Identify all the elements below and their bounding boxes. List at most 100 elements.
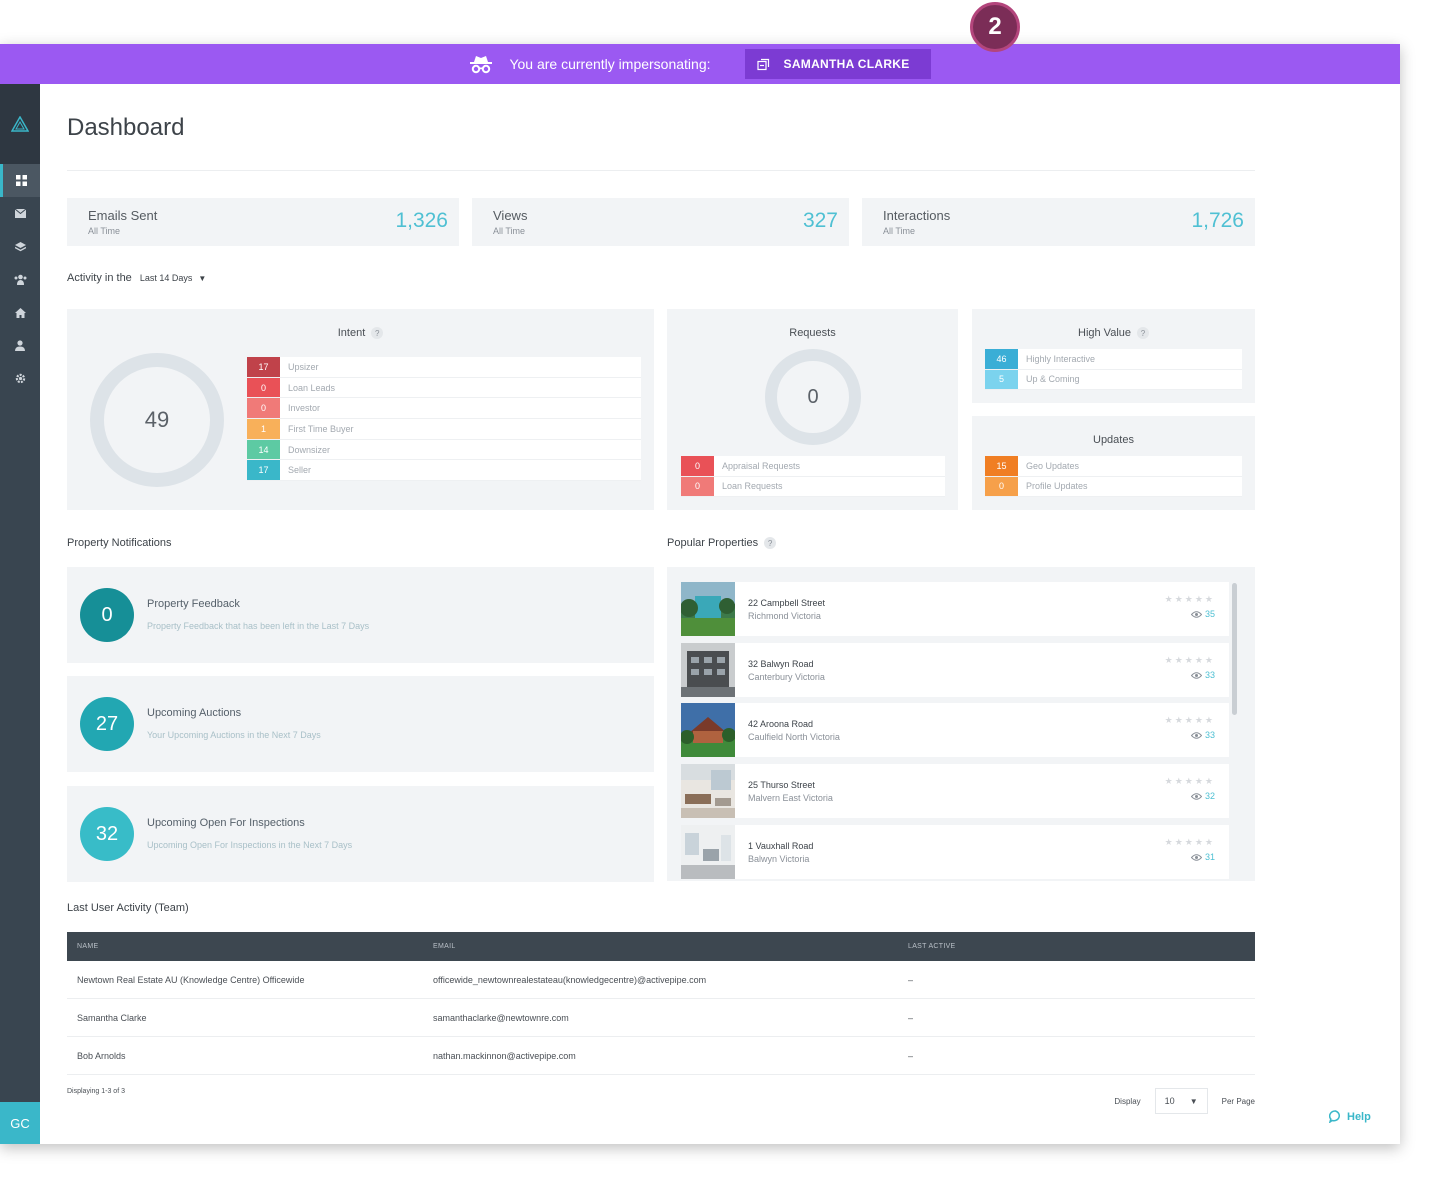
list-item[interactable]: 46 Highly Interactive <box>985 349 1242 370</box>
cell-last-active: – <box>908 1051 914 1061</box>
stat-sublabel: All Time <box>883 226 916 236</box>
list-item-count: 0 <box>681 476 714 496</box>
incognito-icon <box>469 54 493 74</box>
sidebar-item-campaigns[interactable] <box>0 230 40 263</box>
impersonated-user-name: SAMANTHA CLARKE <box>783 57 910 71</box>
table-row[interactable]: Samantha Clarke samanthaclarke@newtownre… <box>67 999 1255 1037</box>
table-row[interactable]: Newtown Real Estate AU (Knowledge Centre… <box>67 961 1255 999</box>
updates-card: Updates 15 Geo Updates 0 Profile Updates <box>972 416 1255 510</box>
updates-list: 15 Geo Updates 0 Profile Updates <box>985 456 1242 497</box>
list-item[interactable]: 17 Upsizer <box>247 357 641 378</box>
notification-upcoming-auctions[interactable]: 27 Upcoming Auctions Your Upcoming Aucti… <box>67 676 654 772</box>
requests-card: Requests 0 0 Appraisal Requests 0 Loan Requ… <box>667 309 958 510</box>
title-divider <box>67 170 1255 171</box>
notification-subtitle: Your Upcoming Auctions in the Next 7 Day… <box>147 730 321 740</box>
property-row[interactable]: 1 Vauxhall Road Balwyn Victoria ★★★★★ 31 <box>681 825 1229 879</box>
list-item-count: 46 <box>985 349 1018 369</box>
list-item-label: Appraisal Requests <box>722 460 801 471</box>
property-views: 31 <box>1190 852 1215 862</box>
list-item[interactable]: 0 Loan Leads <box>247 377 641 399</box>
property-row[interactable]: 22 Campbell Street Richmond Victoria ★★★… <box>681 582 1229 636</box>
list-item[interactable]: 1 First Time Buyer <box>247 419 641 440</box>
list-item[interactable]: 17 Seller <box>247 460 641 482</box>
property-suburb: Richmond Victoria <box>748 611 821 621</box>
property-views: 32 <box>1190 791 1215 801</box>
sidebar-item-contacts[interactable] <box>0 263 40 296</box>
requests-total: 0 <box>807 385 819 408</box>
stat-value: 327 <box>802 209 838 232</box>
property-row[interactable]: 32 Balwyn Road Canterbury Victoria ★★★★★… <box>681 643 1229 697</box>
intent-total-ring: 49 <box>90 353 224 487</box>
notification-title: Upcoming Open For Inspections <box>147 817 305 829</box>
activity-range-dropdown[interactable]: Last 14 Days ▼ <box>140 273 206 283</box>
list-item[interactable]: 0 Appraisal Requests <box>681 456 945 477</box>
user-activity-title: Last User Activity (Team) <box>67 902 189 914</box>
sidebar-item-properties[interactable] <box>0 296 40 329</box>
step-number-badge: 2 <box>970 2 1020 52</box>
help-button[interactable]: Help <box>1329 1110 1371 1123</box>
display-label: Display <box>1114 1096 1141 1106</box>
list-item-label: First Time Buyer <box>288 423 354 434</box>
list-item-label: Seller <box>288 465 312 476</box>
per-page-select[interactable]: 10 ▼ <box>1154 1088 1208 1114</box>
property-address: 25 Thurso Street <box>748 780 815 790</box>
property-row[interactable]: 25 Thurso Street Malvern East Victoria ★… <box>681 764 1229 818</box>
list-item-count: 0 <box>985 476 1018 496</box>
notification-open-inspections[interactable]: 32 Upcoming Open For Inspections Upcomin… <box>67 786 654 882</box>
sidebar-item-emails[interactable] <box>0 197 40 230</box>
cell-last-active: – <box>908 1013 914 1023</box>
property-suburb: Malvern East Victoria <box>748 793 833 803</box>
activity-label: Activity in the <box>67 272 132 284</box>
list-item-label: Profile Updates <box>1026 481 1088 492</box>
cell-email: samanthaclarke@newtownre.com <box>433 1013 569 1023</box>
property-thumbnail <box>681 825 735 879</box>
column-header-last-active[interactable]: LAST ACTIVE <box>908 943 956 950</box>
stat-sublabel: All Time <box>88 226 121 236</box>
stat-views: Views All Time 327 <box>472 198 849 246</box>
column-header-name[interactable]: NAME <box>77 943 98 950</box>
property-view-count: 33 <box>1204 730 1215 740</box>
list-item-label: Upsizer <box>288 361 319 372</box>
help-icon[interactable]: ? <box>371 327 384 340</box>
list-item-count: 0 <box>681 456 714 476</box>
sidebar-item-settings[interactable] <box>0 362 40 395</box>
list-item[interactable]: 14 Downsizer <box>247 439 641 461</box>
sidebar-item-profile[interactable] <box>0 329 40 362</box>
popular-properties-title-text: Popular Properties <box>667 537 759 549</box>
property-views: 33 <box>1190 730 1215 740</box>
property-views: 35 <box>1190 609 1215 619</box>
logo[interactable] <box>0 84 40 164</box>
list-item[interactable]: 0 Profile Updates <box>985 476 1242 497</box>
stat-sublabel: All Time <box>493 226 526 236</box>
property-row[interactable]: 42 Aroona Road Caulfield North Victoria … <box>681 703 1229 757</box>
list-item[interactable]: 0 Investor <box>247 398 641 420</box>
caret-down-icon: ▼ <box>1189 1096 1198 1106</box>
table-row[interactable]: Bob Arnolds nathan.mackinnon@activepipe.… <box>67 1037 1255 1075</box>
list-item[interactable]: 15 Geo Updates <box>985 456 1242 477</box>
eye-icon <box>1190 853 1202 861</box>
stat-label: Views <box>493 208 528 223</box>
property-rating-stars: ★★★★★ <box>1164 837 1215 847</box>
property-rating-stars: ★★★★★ <box>1164 594 1215 604</box>
list-item[interactable]: 5 Up & Coming <box>985 369 1242 390</box>
impersonated-user-button[interactable]: SAMANTHA CLARKE <box>744 49 931 79</box>
page-title: Dashboard <box>67 114 185 141</box>
help-icon[interactable]: ? <box>764 537 777 550</box>
popular-properties-scrollbar[interactable] <box>1232 583 1237 715</box>
notification-count: 32 <box>80 807 134 861</box>
intent-list: 17 Upsizer 0 Loan Leads 0 Investor 1 First Time… <box>247 357 641 482</box>
notification-property-feedback[interactable]: 0 Property Feedback Property Feedback th… <box>67 567 654 663</box>
column-header-email[interactable]: EMAIL <box>433 943 456 950</box>
cell-name: Bob Arnolds <box>77 1051 126 1061</box>
home-icon <box>14 307 26 318</box>
help-icon[interactable]: ? <box>1137 327 1149 340</box>
notification-subtitle: Upcoming Open For Inspections in the Nex… <box>147 840 353 850</box>
property-suburb: Caulfield North Victoria <box>748 732 840 742</box>
list-item-count: 5 <box>985 369 1018 389</box>
high-value-card: High Value? 46 Highly Interactive 5 Up & Co… <box>972 309 1255 403</box>
sidebar-item-dashboard[interactable] <box>0 164 40 197</box>
user-avatar[interactable]: GC <box>0 1102 40 1144</box>
stat-value: 1,326 <box>395 209 448 232</box>
list-item[interactable]: 0 Loan Requests <box>681 476 945 497</box>
property-thumbnail <box>681 643 735 697</box>
